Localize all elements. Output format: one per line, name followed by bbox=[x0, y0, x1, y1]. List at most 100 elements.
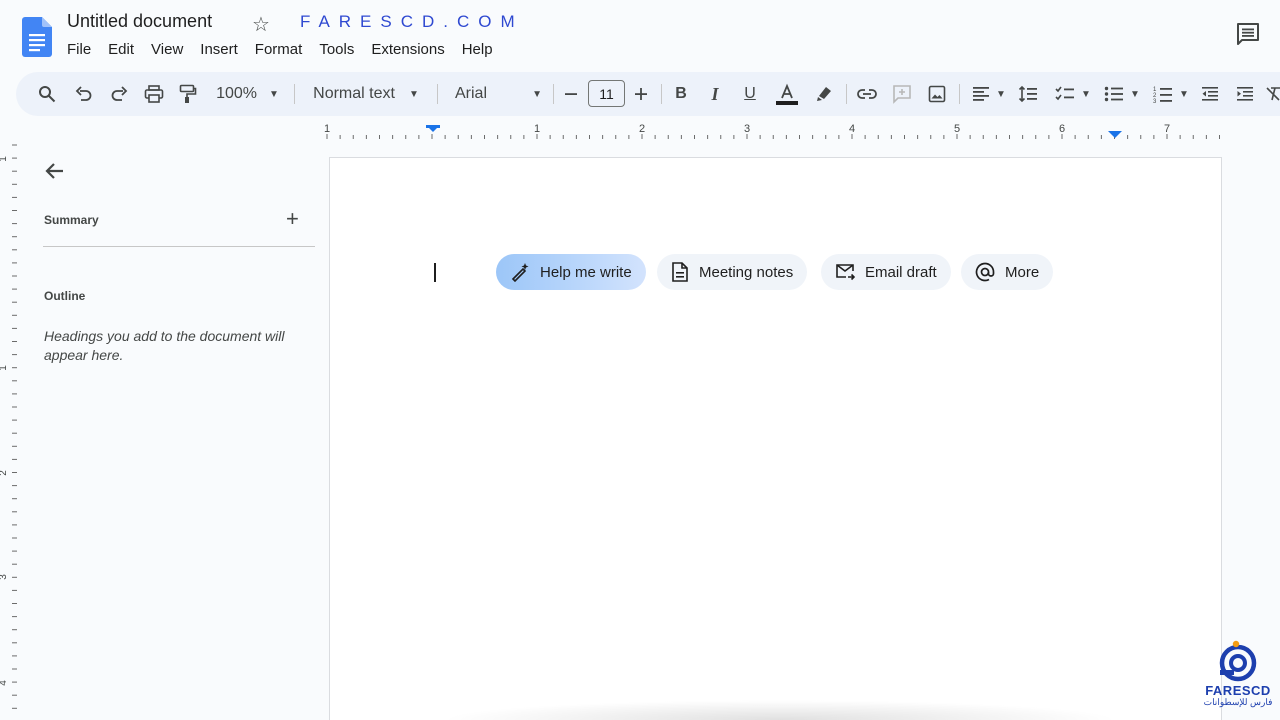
right-indent-marker bbox=[1108, 131, 1122, 138]
back-arrow-icon[interactable] bbox=[42, 158, 68, 184]
print-icon[interactable] bbox=[142, 72, 166, 116]
divider bbox=[43, 246, 315, 247]
summary-heading: Summary bbox=[44, 213, 99, 227]
chip-label: Meeting notes bbox=[699, 263, 794, 281]
decrease-size-icon[interactable] bbox=[561, 72, 581, 116]
clear-format-icon[interactable] bbox=[1266, 72, 1280, 116]
chevron-down-icon[interactable]: ▼ bbox=[1179, 89, 1189, 100]
email-draft-chip[interactable]: Email draft bbox=[821, 254, 951, 290]
chevron-down-icon[interactable]: ▼ bbox=[996, 89, 1006, 100]
comments-icon[interactable] bbox=[1235, 22, 1261, 46]
comment-add-icon[interactable] bbox=[891, 72, 913, 116]
font-control-wrapper: Arial ▼ bbox=[449, 72, 542, 116]
search-icon[interactable] bbox=[34, 72, 60, 116]
bullet-list-icon[interactable]: ▼ bbox=[1101, 72, 1143, 116]
svg-text:3: 3 bbox=[1153, 99, 1157, 103]
divider bbox=[294, 84, 295, 104]
menu-extensions[interactable]: Extensions bbox=[371, 41, 444, 58]
divider bbox=[846, 84, 847, 104]
font-size-input[interactable]: 11 bbox=[588, 80, 625, 107]
text-color-icon[interactable] bbox=[774, 72, 800, 116]
paint-format-icon[interactable] bbox=[176, 72, 200, 116]
menu-bar: File Edit View Insert Format Tools Exten… bbox=[67, 41, 510, 58]
farescd-logo-icon bbox=[1219, 640, 1257, 682]
ruler-label: 1 bbox=[324, 123, 330, 135]
chevron-down-icon[interactable]: ▼ bbox=[1081, 89, 1091, 100]
first-line-indent-marker bbox=[426, 125, 440, 128]
text-cursor bbox=[434, 263, 436, 282]
ruler-label: 1 bbox=[534, 123, 540, 135]
toolbar: 100% ▼ Normal text ▼ Arial ▼ 11 B I U ▼ … bbox=[16, 72, 1280, 116]
divider bbox=[661, 84, 662, 104]
ruler-label: 2 bbox=[639, 123, 645, 135]
outline-hint-text: Headings you add to the document will ap… bbox=[44, 328, 285, 363]
redo-icon[interactable] bbox=[107, 72, 131, 116]
zoom-select[interactable]: 100% bbox=[216, 85, 257, 103]
indent-increase-icon[interactable] bbox=[1233, 72, 1257, 116]
pen-sparkle-icon bbox=[511, 263, 529, 282]
outline-heading: Outline bbox=[44, 289, 86, 303]
menu-file[interactable]: File bbox=[67, 41, 91, 58]
meeting-notes-chip[interactable]: Meeting notes bbox=[657, 254, 808, 290]
floating-shadow bbox=[440, 700, 1120, 720]
link-icon[interactable] bbox=[856, 72, 878, 116]
more-chip[interactable]: More bbox=[961, 254, 1054, 290]
style-control-wrapper: Normal text ▼ bbox=[306, 72, 426, 116]
chevron-down-icon[interactable]: ▼ bbox=[532, 89, 542, 100]
ruler-label: 3 bbox=[744, 123, 750, 135]
menu-help[interactable]: Help bbox=[462, 41, 493, 58]
document-title[interactable]: Untitled document bbox=[67, 11, 212, 32]
font-select[interactable]: Arial bbox=[455, 85, 487, 103]
menu-tools[interactable]: Tools bbox=[319, 41, 354, 58]
chevron-down-icon[interactable]: ▼ bbox=[1130, 89, 1140, 100]
email-icon bbox=[836, 264, 855, 281]
image-icon[interactable] bbox=[926, 72, 948, 116]
corner-logo-name: FARESCD bbox=[1205, 683, 1271, 698]
ruler-label: 6 bbox=[1059, 123, 1065, 135]
ruler-label: 4 bbox=[849, 123, 855, 135]
italic-icon[interactable]: I bbox=[705, 72, 725, 116]
vertical-ruler[interactable]: 1 1 2 3 4 bbox=[0, 140, 18, 720]
align-icon[interactable]: ▼ bbox=[969, 72, 1009, 116]
indent-decrease-icon[interactable] bbox=[1198, 72, 1222, 116]
document-page[interactable] bbox=[329, 157, 1222, 720]
divider bbox=[437, 84, 438, 104]
line-spacing-icon[interactable] bbox=[1016, 72, 1040, 116]
chip-label: Email draft bbox=[865, 263, 937, 281]
ruler-label: 5 bbox=[954, 123, 960, 135]
zoom-control-wrapper: 100% ▼ bbox=[210, 72, 285, 116]
chip-label: Help me write bbox=[540, 263, 632, 281]
divider bbox=[959, 84, 960, 104]
chip-label: More bbox=[1005, 263, 1040, 281]
numbered-list-icon[interactable]: 123 ▼ bbox=[1150, 72, 1192, 116]
horizontal-ruler[interactable]: 1 1 2 3 4 5 6 7 bbox=[320, 120, 1225, 140]
menu-format[interactable]: Format bbox=[255, 41, 303, 58]
add-summary-button[interactable]: + bbox=[286, 208, 299, 230]
ruler-label: 7 bbox=[1164, 123, 1170, 135]
help-me-write-chip[interactable]: Help me write bbox=[496, 254, 646, 290]
corner-logo-subtitle: فارس للإسطوانات bbox=[1203, 697, 1273, 707]
star-icon[interactable]: ☆ bbox=[252, 12, 270, 37]
divider bbox=[553, 84, 554, 104]
farescd-corner-logo: FARESCD فارس للإسطوانات bbox=[1200, 640, 1276, 718]
bold-icon[interactable]: B bbox=[671, 72, 691, 116]
menu-insert[interactable]: Insert bbox=[200, 41, 238, 58]
menu-edit[interactable]: Edit bbox=[108, 41, 134, 58]
increase-size-icon[interactable] bbox=[631, 72, 651, 116]
document-icon bbox=[672, 262, 688, 282]
vruler-label: 4 bbox=[0, 680, 9, 686]
at-icon bbox=[975, 262, 995, 282]
docs-logo-icon[interactable] bbox=[22, 17, 52, 57]
chevron-down-icon[interactable]: ▼ bbox=[269, 89, 279, 100]
vruler-label: 1 bbox=[0, 365, 9, 371]
undo-icon[interactable] bbox=[72, 72, 96, 116]
menu-view[interactable]: View bbox=[151, 41, 183, 58]
vruler-label: 2 bbox=[0, 470, 9, 476]
style-select[interactable]: Normal text bbox=[313, 85, 395, 103]
watermark-text: FARESCD.COM bbox=[300, 12, 524, 31]
chevron-down-icon[interactable]: ▼ bbox=[409, 89, 419, 100]
vruler-label: 1 bbox=[0, 156, 9, 162]
checklist-icon[interactable]: ▼ bbox=[1052, 72, 1094, 116]
highlight-icon[interactable] bbox=[813, 72, 835, 116]
underline-icon[interactable]: U bbox=[740, 72, 760, 116]
